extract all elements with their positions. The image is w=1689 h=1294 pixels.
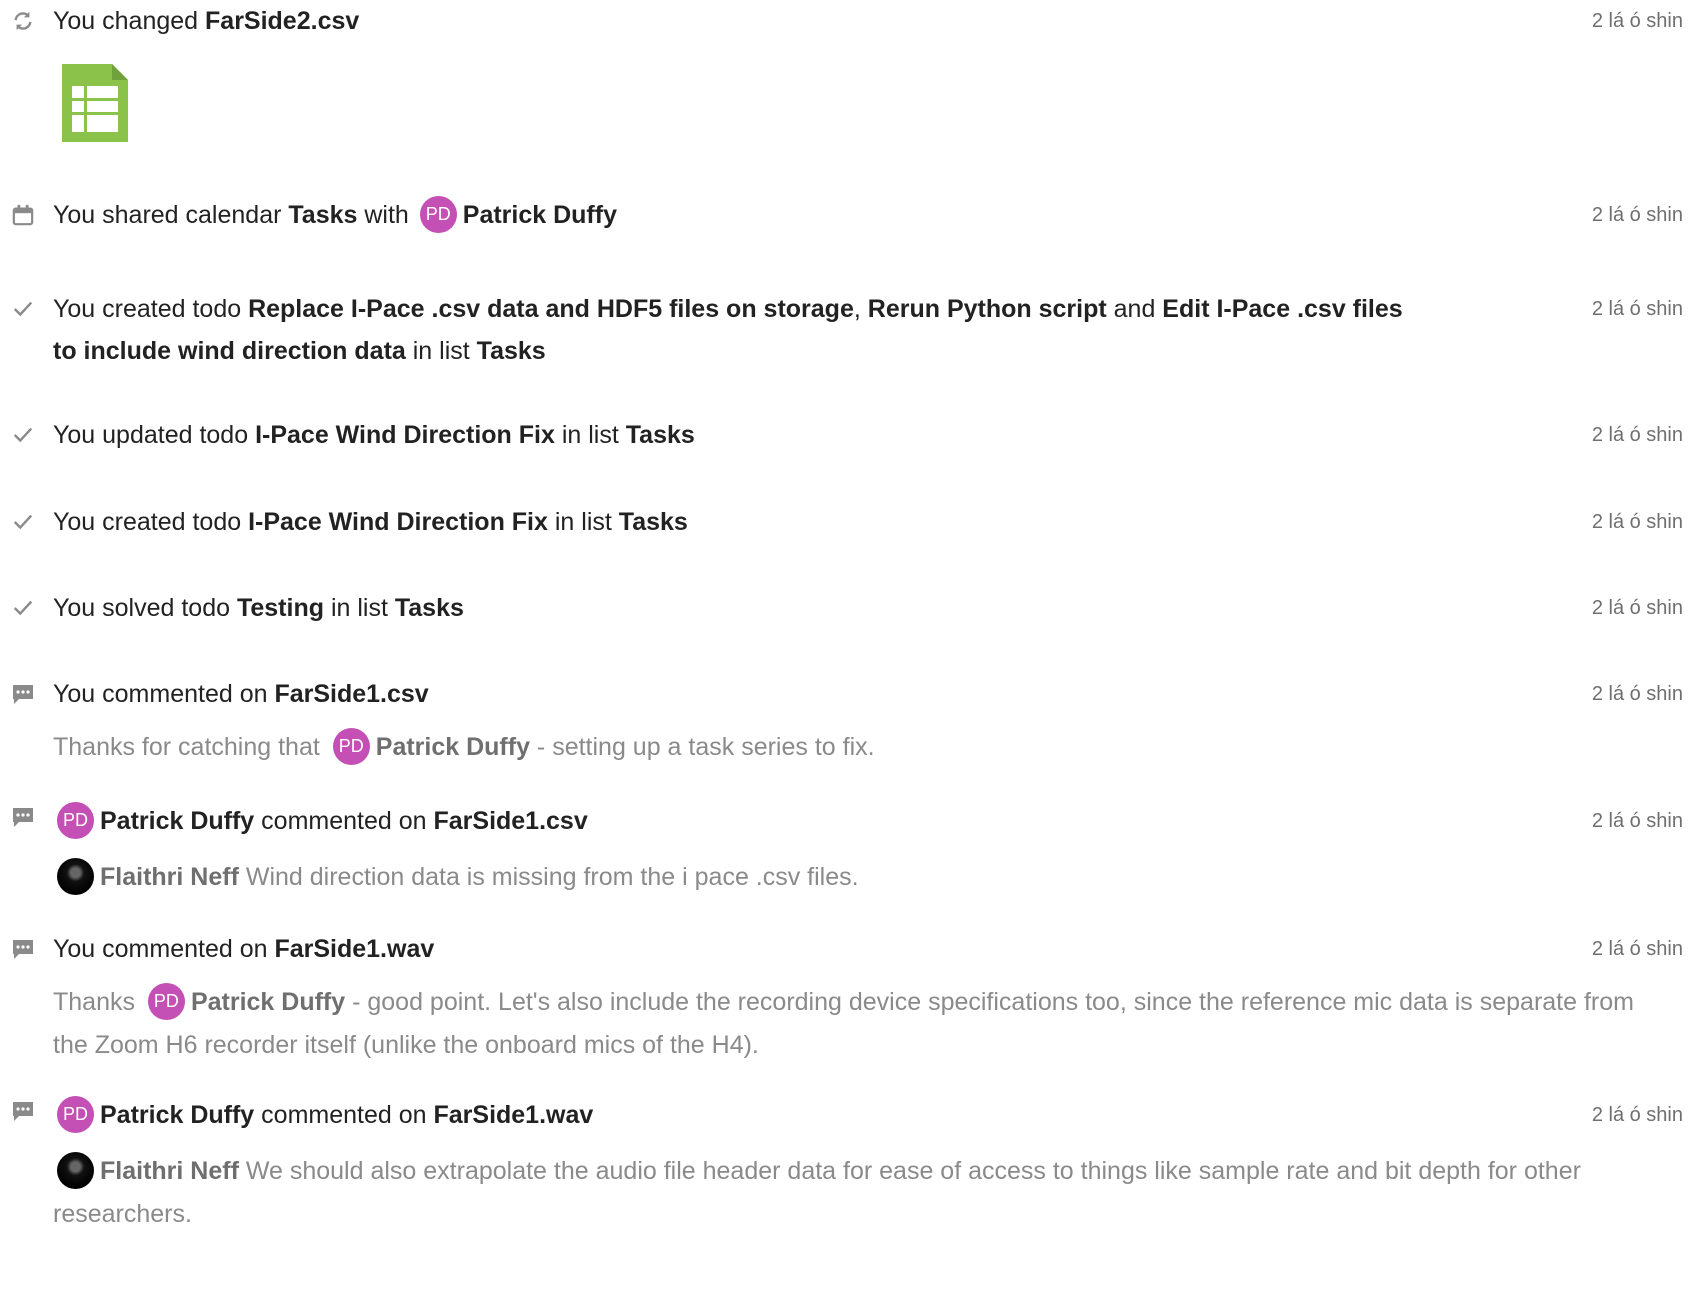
avatar[interactable]: PD bbox=[147, 982, 185, 1020]
user-link[interactable]: Patrick Duffy bbox=[100, 807, 254, 835]
comment-text: Thanks for catching that bbox=[53, 733, 327, 761]
activity-entry: You commented on FarSide1.wav 2 lá ó shi… bbox=[0, 928, 1689, 1059]
activity-connector: in list bbox=[324, 594, 395, 622]
list-link[interactable]: Tasks bbox=[626, 421, 695, 449]
avatar[interactable]: PD bbox=[57, 801, 94, 839]
list-link[interactable]: Tasks bbox=[395, 594, 464, 622]
avatar[interactable]: PD bbox=[332, 727, 370, 765]
activity-connector: commented on bbox=[254, 1101, 434, 1129]
activity-feed: You changed FarSide2.csv 2 lá ó shin You… bbox=[0, 0, 1689, 1294]
separator: , bbox=[853, 295, 868, 323]
file-link[interactable]: FarSide1.wav bbox=[274, 935, 434, 963]
file-link[interactable]: FarSide2.csv bbox=[205, 7, 359, 35]
activity-entry: You created todo Replace I-Pace .csv dat… bbox=[0, 288, 1689, 378]
comment-text: - setting up a task series to fix. bbox=[529, 733, 875, 761]
list-link[interactable]: Tasks bbox=[619, 508, 688, 536]
timestamp: 2 lá ó shin bbox=[1591, 938, 1683, 960]
timestamp: 2 lá ó shin bbox=[1591, 1104, 1683, 1126]
avatar[interactable] bbox=[57, 1151, 94, 1189]
check-icon bbox=[10, 296, 36, 322]
commenter-name[interactable]: Flaithri Neff bbox=[100, 863, 239, 891]
activity-text: You updated todo I-Pace Wind Direction F… bbox=[53, 414, 1429, 456]
activity-prefix: You commented on bbox=[53, 680, 275, 708]
comment-text: Wind direction data is missing from the … bbox=[238, 863, 859, 891]
activity-prefix: You updated todo bbox=[53, 421, 256, 449]
activity-text: PD Patrick Duffy commented on FarSide1.cs… bbox=[53, 800, 1429, 842]
comment-icon bbox=[10, 681, 36, 707]
comment-icon bbox=[10, 936, 36, 962]
activity-connector: in list bbox=[554, 421, 626, 449]
activity-prefix: You changed bbox=[53, 7, 206, 35]
mention-link[interactable]: Patrick Duffy bbox=[191, 988, 345, 1016]
comment-body: Thanks PD Patrick Duffy - good point. Let… bbox=[53, 981, 1673, 1067]
activity-entry: You changed FarSide2.csv 2 lá ó shin bbox=[0, 0, 1689, 160]
activity-prefix: You created todo bbox=[53, 295, 249, 323]
avatar[interactable]: PD bbox=[419, 195, 457, 233]
activity-entry: You commented on FarSide1.csv 2 lá ó shi… bbox=[0, 673, 1689, 783]
mention-link[interactable]: Patrick Duffy bbox=[376, 733, 530, 761]
activity-entry: You created todo I-Pace Wind Direction F… bbox=[0, 501, 1689, 551]
activity-text: You created todo Replace I-Pace .csv dat… bbox=[53, 288, 1429, 372]
avatar[interactable]: PD bbox=[57, 1095, 94, 1133]
comment-body: Flaithri Neff We should also extrapolate… bbox=[53, 1150, 1673, 1236]
timestamp: 2 lá ó shin bbox=[1591, 298, 1683, 320]
activity-entry: You updated todo I-Pace Wind Direction F… bbox=[0, 414, 1689, 464]
todo-link[interactable]: Rerun Python script bbox=[868, 295, 1107, 323]
list-link[interactable]: Tasks bbox=[477, 337, 546, 365]
timestamp: 2 lá ó shin bbox=[1591, 597, 1683, 619]
comment-icon bbox=[10, 804, 36, 830]
timestamp: 2 lá ó shin bbox=[1591, 10, 1683, 32]
activity-entry: PD Patrick Duffy commented on FarSide1.wa… bbox=[0, 1094, 1689, 1294]
timestamp: 2 lá ó shin bbox=[1591, 810, 1683, 832]
timestamp: 2 lá ó shin bbox=[1591, 204, 1683, 226]
activity-prefix: You commented on bbox=[53, 935, 275, 963]
activity-prefix: You solved todo bbox=[53, 594, 237, 622]
activity-connector: with bbox=[357, 201, 416, 229]
todo-link[interactable]: I-Pace Wind Direction Fix bbox=[255, 421, 555, 449]
file-link[interactable]: FarSide1.csv bbox=[274, 680, 428, 708]
refresh-icon bbox=[10, 8, 36, 34]
activity-connector: in list bbox=[547, 508, 619, 536]
activity-prefix: You created todo bbox=[53, 508, 249, 536]
separator: and bbox=[1106, 295, 1163, 323]
check-icon bbox=[10, 509, 36, 535]
comment-icon bbox=[10, 1098, 36, 1124]
activity-text: You solved todo Testing in list Tasks bbox=[53, 587, 1429, 629]
activity-connector: commented on bbox=[254, 807, 434, 835]
comment-text: Thanks bbox=[53, 988, 142, 1016]
activity-entry: PD Patrick Duffy commented on FarSide1.cs… bbox=[0, 800, 1689, 910]
commenter-name[interactable]: Flaithri Neff bbox=[100, 1157, 239, 1185]
avatar[interactable] bbox=[57, 857, 94, 895]
user-link[interactable]: Patrick Duffy bbox=[100, 1101, 254, 1129]
file-link[interactable]: FarSide1.wav bbox=[433, 1101, 593, 1129]
todo-link[interactable]: I-Pace Wind Direction Fix bbox=[248, 508, 548, 536]
file-link[interactable]: FarSide1.csv bbox=[433, 807, 587, 835]
activity-connector: in list bbox=[405, 337, 477, 365]
timestamp: 2 lá ó shin bbox=[1591, 511, 1683, 533]
activity-entry: You shared calendar Tasks with PD Patrick… bbox=[0, 194, 1689, 244]
comment-body: Flaithri Neff Wind direction data is mis… bbox=[53, 856, 1673, 899]
todo-link[interactable]: Testing bbox=[237, 594, 324, 622]
activity-text: You changed FarSide2.csv bbox=[53, 0, 1429, 42]
user-link[interactable]: Patrick Duffy bbox=[463, 201, 617, 229]
comment-body: Thanks for catching that PD Patrick Duffy… bbox=[53, 726, 1673, 769]
calendar-link[interactable]: Tasks bbox=[288, 201, 357, 229]
calendar-icon bbox=[10, 202, 36, 228]
check-icon bbox=[10, 422, 36, 448]
activity-text: You commented on FarSide1.wav bbox=[53, 928, 1429, 970]
check-icon bbox=[10, 595, 36, 621]
activity-text: PD Patrick Duffy commented on FarSide1.wa… bbox=[53, 1094, 1429, 1136]
timestamp: 2 lá ó shin bbox=[1591, 424, 1683, 446]
activity-text: You shared calendar Tasks with PD Patrick… bbox=[53, 194, 1429, 236]
activity-text: You commented on FarSide1.csv bbox=[53, 673, 1429, 715]
activity-prefix: You shared calendar bbox=[53, 201, 289, 229]
activity-entry: You solved todo Testing in list Tasks 2 … bbox=[0, 587, 1689, 637]
todo-link[interactable]: Replace I-Pace .csv data and HDF5 files … bbox=[248, 295, 854, 323]
timestamp: 2 lá ó shin bbox=[1591, 683, 1683, 705]
comment-text: We should also extrapolate the audio fil… bbox=[53, 1157, 1581, 1228]
spreadsheet-file-icon[interactable] bbox=[62, 64, 128, 142]
activity-text: You created todo I-Pace Wind Direction F… bbox=[53, 501, 1429, 543]
